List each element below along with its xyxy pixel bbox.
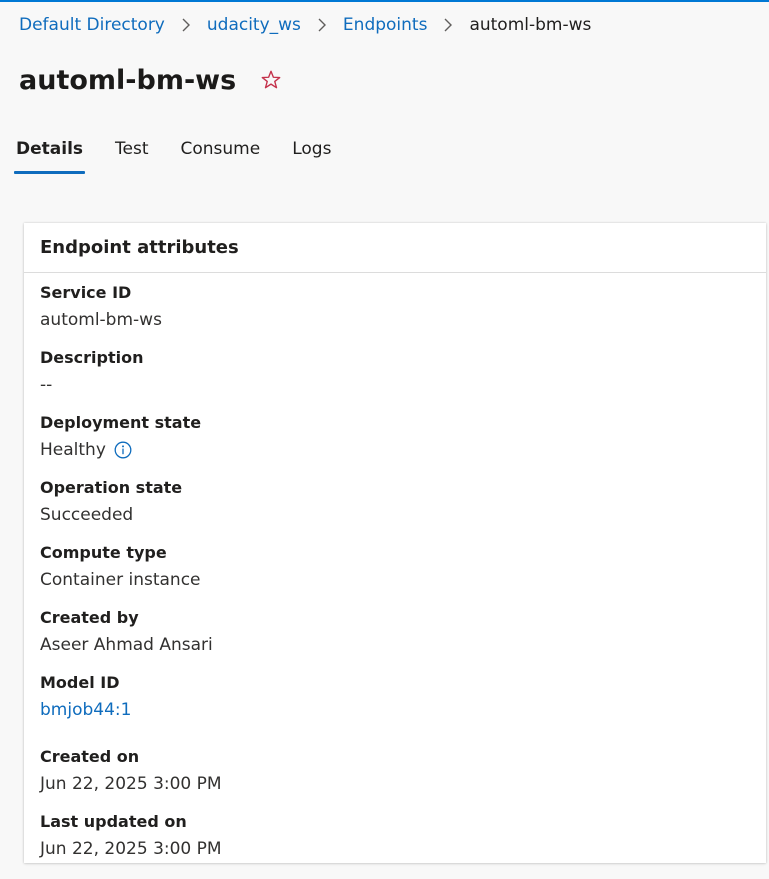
attribute-model-id: Model ID bmjob44:1 bbox=[40, 672, 131, 723]
page-title: automl-bm-ws bbox=[19, 64, 237, 96]
deployment-state-value: Healthy bbox=[40, 440, 106, 460]
tab-consume[interactable]: Consume bbox=[181, 134, 261, 174]
chevron-right-icon bbox=[165, 15, 207, 35]
endpoint-attributes-card: Endpoint attributes Service ID automl-bm… bbox=[24, 223, 766, 863]
attribute-value: Jun 22, 2025 3:00 PM bbox=[40, 839, 222, 859]
attribute-compute-type: Compute type Container instance bbox=[40, 542, 201, 593]
attribute-label: Deployment state bbox=[40, 413, 202, 432]
tab-details[interactable]: Details bbox=[13, 134, 86, 174]
attribute-last-updated-on: Last updated on Jun 22, 2025 3:00 PM bbox=[40, 811, 222, 862]
attribute-label: Operation state bbox=[40, 478, 183, 497]
attribute-value: automl-bm-ws bbox=[40, 310, 162, 330]
attribute-label: Compute type bbox=[40, 543, 167, 562]
card-title: Endpoint attributes bbox=[40, 237, 239, 258]
attribute-value: Container instance bbox=[40, 570, 201, 590]
tab-test[interactable]: Test bbox=[115, 134, 148, 174]
attribute-label: Created by bbox=[40, 608, 139, 627]
attribute-value-row: Healthy bbox=[40, 437, 201, 463]
attribute-service-id: Service ID automl-bm-ws bbox=[40, 282, 162, 333]
attribute-deployment-state: Deployment state Healthy bbox=[40, 412, 201, 463]
attribute-label: Model ID bbox=[40, 673, 120, 692]
card-header: Endpoint attributes bbox=[24, 223, 766, 273]
attribute-description: Description -- bbox=[40, 347, 143, 398]
chevron-right-icon bbox=[427, 15, 469, 35]
attribute-label: Last updated on bbox=[40, 812, 187, 831]
attribute-label: Service ID bbox=[40, 283, 132, 302]
attribute-created-on: Created on Jun 22, 2025 3:00 PM bbox=[40, 746, 222, 797]
attribute-created-by: Created by Aseer Ahmad Ansari bbox=[40, 607, 213, 658]
model-id-link[interactable]: bmjob44:1 bbox=[40, 697, 131, 723]
attribute-label: Created on bbox=[40, 747, 140, 766]
chevron-right-icon bbox=[301, 15, 343, 35]
breadcrumb-endpoints[interactable]: Endpoints bbox=[343, 15, 428, 35]
tab-logs[interactable]: Logs bbox=[292, 134, 331, 174]
top-accent-line bbox=[0, 0, 769, 4]
attribute-value: Aseer Ahmad Ansari bbox=[40, 635, 213, 655]
breadcrumb-current: automl-bm-ws bbox=[469, 15, 592, 35]
attribute-value: -- bbox=[40, 375, 53, 395]
breadcrumb-default-directory[interactable]: Default Directory bbox=[19, 15, 165, 35]
attribute-value: Jun 22, 2025 3:00 PM bbox=[40, 774, 222, 794]
attribute-value: Succeeded bbox=[40, 505, 134, 525]
title-row: automl-bm-ws bbox=[19, 60, 282, 100]
breadcrumb-workspace[interactable]: udacity_ws bbox=[207, 15, 301, 35]
star-outline-icon[interactable] bbox=[260, 69, 282, 91]
breadcrumb: Default Directory udacity_ws Endpoints a… bbox=[19, 12, 591, 38]
info-circle-icon[interactable] bbox=[114, 441, 132, 459]
attribute-operation-state: Operation state Succeeded bbox=[40, 477, 182, 528]
tab-bar: Details Test Consume Logs bbox=[13, 134, 363, 176]
attribute-label: Description bbox=[40, 348, 144, 367]
